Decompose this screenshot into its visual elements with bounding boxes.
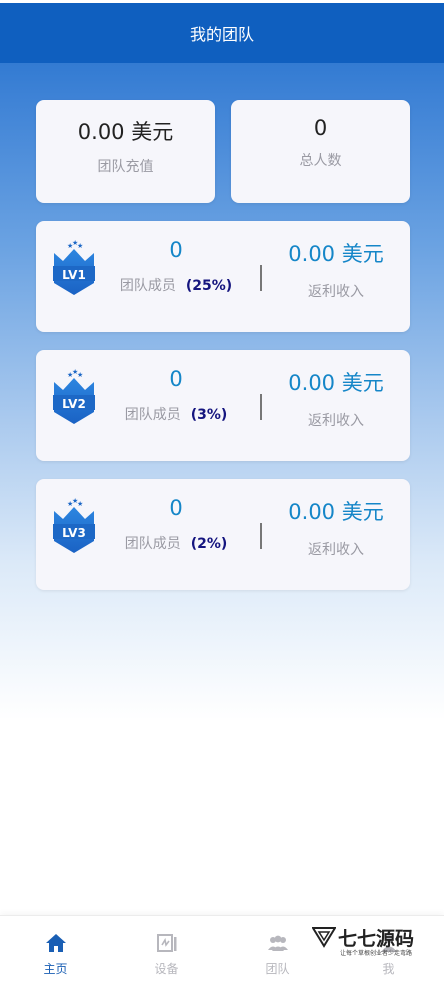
team-recharge-value: 0.00 美元: [77, 120, 174, 144]
level-badge-icon: ★★★ LV2: [53, 368, 95, 424]
level-badge-text: LV3: [62, 526, 86, 540]
total-members-card: 0 总人数: [231, 100, 410, 203]
svg-text:★: ★: [77, 371, 83, 379]
members-column: 0 团队成员 (2%): [106, 496, 246, 553]
home-icon: [46, 934, 66, 952]
rebate-income-value: 0.00 美元: [288, 242, 384, 266]
header-bar: 我的团队: [0, 3, 444, 63]
income-column: 0.00 美元 返利收入: [276, 496, 396, 559]
page-title: 我的团队: [189, 25, 254, 44]
rebate-income-value: 0.00 美元: [288, 371, 384, 395]
column-divider: [260, 265, 262, 291]
members-label: 团队成员: [119, 278, 176, 294]
members-column: 0 团队成员 (25%): [106, 238, 246, 295]
members-label-row: 团队成员 (2%): [106, 533, 246, 553]
svg-text:★: ★: [77, 242, 83, 250]
members-label: 团队成员: [124, 407, 181, 423]
commission-percent: (3%): [190, 407, 228, 423]
level-card-2[interactable]: ★ ★ ★ LV2 0 团队成员 (3%) 0.00 美元 返利收入: [36, 350, 410, 461]
commission-percent: (25%): [185, 278, 233, 294]
rebate-income-value: 0.00 美元: [288, 500, 384, 524]
rebate-income-label: 返利收入: [308, 413, 364, 429]
watermark-subtitle: 让每个草根创业者少走弯路: [340, 950, 413, 957]
members-label-row: 团队成员 (25%): [106, 275, 246, 295]
level-badge-text: LV2: [62, 397, 86, 411]
rebate-income-label: 返利收入: [308, 542, 364, 558]
watermark-logo: 七七源码 让每个草根创业者少走弯路: [312, 924, 422, 960]
commission-percent: (2%): [190, 536, 228, 552]
nav-team-label: 团队: [265, 962, 290, 976]
watermark-logo-icon: [312, 927, 336, 948]
nav-home[interactable]: 主页: [0, 916, 111, 986]
column-divider: [260, 394, 262, 420]
nav-device-label: 设备: [154, 962, 179, 976]
team-recharge-card: 0.00 美元 团队充值: [36, 100, 215, 203]
svg-text:★: ★: [77, 500, 83, 508]
rebate-income-label: 返利收入: [308, 284, 364, 300]
team-recharge-label: 团队充值: [97, 159, 154, 175]
members-label-row: 团队成员 (3%): [106, 404, 246, 424]
level-card-3[interactable]: ★ ★ ★ LV3 0 团队成员 (2%) 0.00 美元 返利收入: [36, 479, 410, 590]
members-label: 团队成员: [124, 536, 181, 552]
members-count: 0: [169, 238, 183, 262]
level-card-1[interactable]: ★ ★ ★ LV1 0 团队成员 (25%) 0.00 美元 返利收入: [36, 221, 410, 332]
level-badge-icon: ★★★ LV3: [53, 497, 95, 553]
nav-device[interactable]: 设备: [111, 916, 222, 986]
device-icon: [157, 934, 177, 952]
nav-me-label: 我: [382, 962, 395, 976]
column-divider: [260, 523, 262, 549]
total-members-value: 0: [313, 116, 328, 140]
income-column: 0.00 美元 返利收入: [276, 238, 396, 301]
members-count: 0: [169, 496, 183, 520]
watermark-title: 七七源码: [338, 928, 415, 950]
level-badge-icon: ★★★ LV1: [53, 239, 95, 295]
total-members-label: 总人数: [299, 153, 342, 169]
income-column: 0.00 美元 返利收入: [276, 367, 396, 430]
members-column: 0 团队成员 (3%): [106, 367, 246, 424]
nav-home-label: 主页: [43, 962, 68, 976]
members-count: 0: [169, 367, 183, 391]
team-icon: [268, 935, 288, 951]
level-badge-text: LV1: [62, 268, 86, 282]
